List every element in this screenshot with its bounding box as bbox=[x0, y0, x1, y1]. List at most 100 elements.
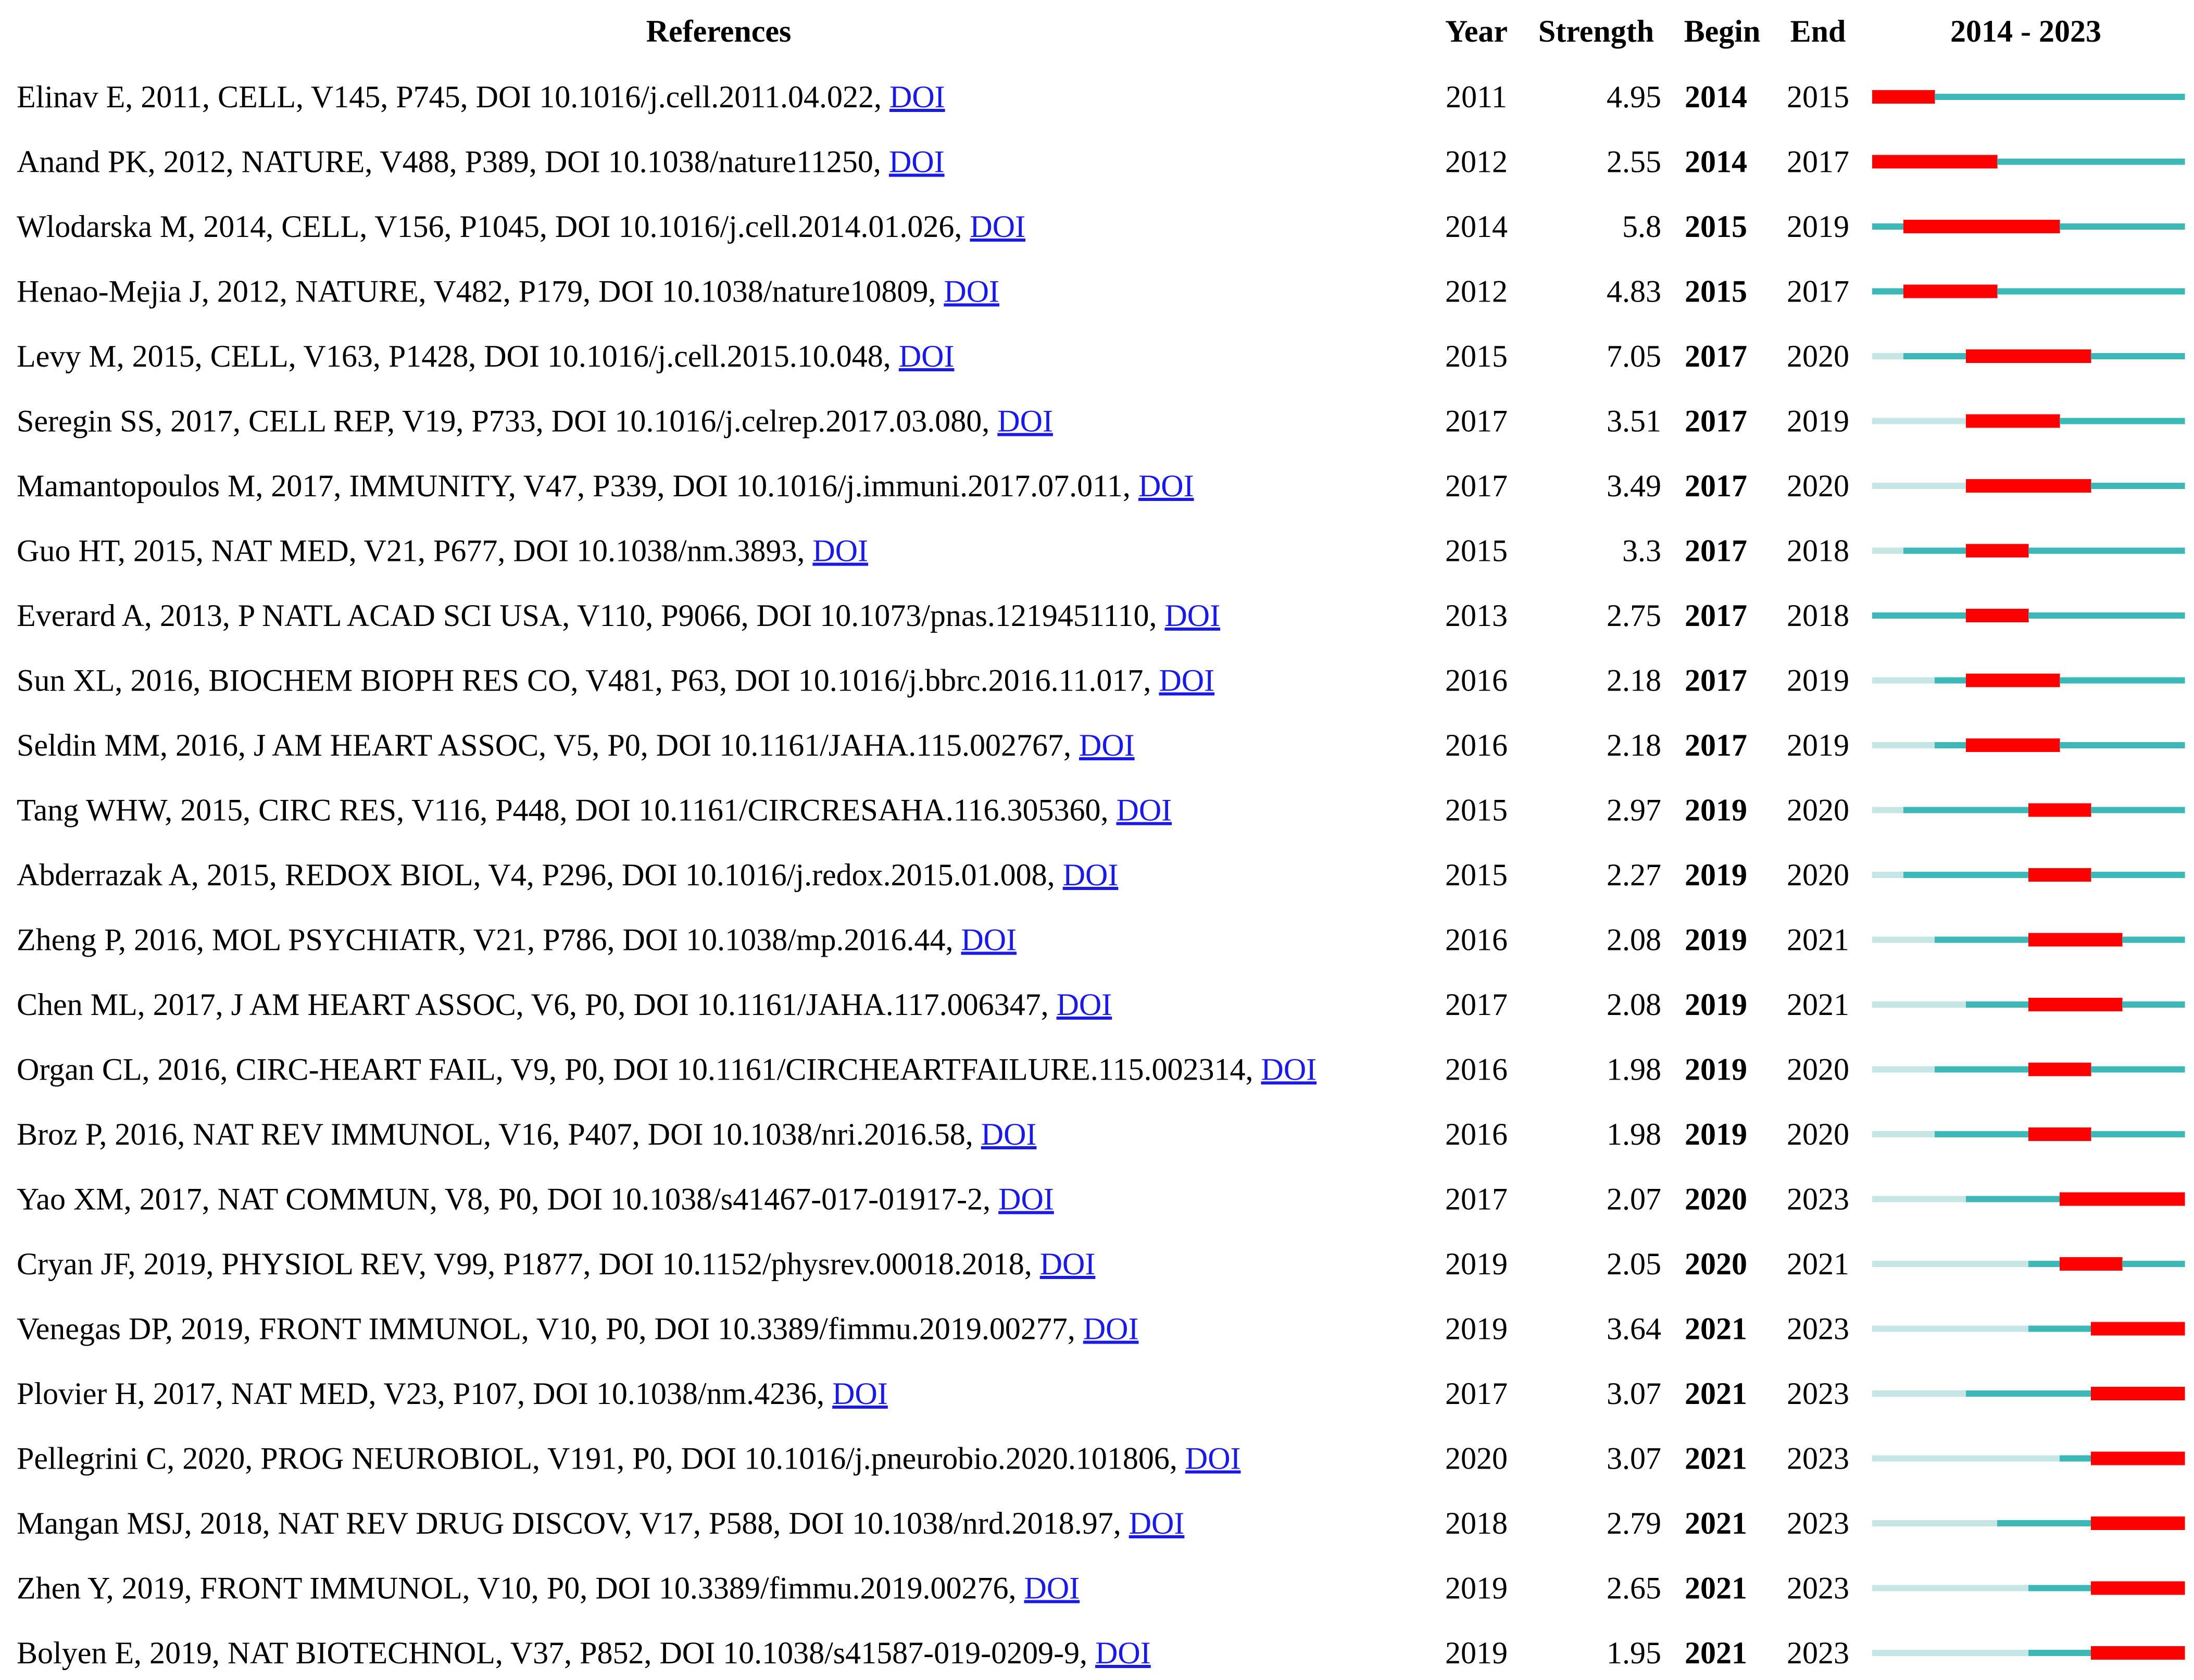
doi-link[interactable]: DOI bbox=[944, 274, 999, 309]
timeline-segment-before bbox=[1872, 742, 1904, 748]
doi-link[interactable]: DOI bbox=[1138, 469, 1194, 503]
timeline-segment bbox=[2091, 353, 2123, 359]
reference-text: Bolyen E, 2019, NAT BIOTECHNOL, V37, P85… bbox=[17, 1636, 1095, 1670]
doi-link[interactable]: DOI bbox=[1083, 1312, 1139, 1346]
burst-segment bbox=[2153, 1516, 2185, 1530]
doi-link[interactable]: DOI bbox=[1024, 1571, 1080, 1606]
timeline-segment-before bbox=[1903, 1650, 1935, 1656]
timeline-segment bbox=[1997, 936, 2029, 943]
reference-text: Tang WHW, 2015, CIRC RES, V116, P448, DO… bbox=[17, 793, 1116, 828]
doi-link[interactable]: DOI bbox=[1129, 1506, 1185, 1540]
timeline-segment bbox=[1935, 353, 1966, 359]
timeline-segment bbox=[1903, 547, 1935, 554]
header-references: References bbox=[646, 14, 792, 48]
burst-segment bbox=[2091, 1192, 2123, 1206]
timeline-segment-before bbox=[1903, 1585, 1935, 1591]
timeline-segment bbox=[1966, 1066, 1998, 1073]
doi-link[interactable]: DOI bbox=[832, 1376, 888, 1411]
begin-cell: 2021 bbox=[1685, 1506, 1747, 1540]
timeline-segment bbox=[2122, 807, 2154, 813]
reference-cell: Sun XL, 2016, BIOCHEM BIOPH RES CO, V481… bbox=[17, 663, 1214, 698]
reference-cell: Bolyen E, 2019, NAT BIOTECHNOL, V37, P85… bbox=[17, 1636, 1151, 1670]
timeline-segment-before bbox=[1903, 742, 1935, 748]
timeline-segment bbox=[1966, 1001, 1998, 1008]
timeline-segment-before bbox=[1935, 1585, 1966, 1591]
burst-segment bbox=[2153, 1451, 2185, 1465]
burst-segment bbox=[2028, 673, 2060, 687]
doi-link[interactable]: DOI bbox=[1261, 1052, 1317, 1087]
doi-link[interactable]: DOI bbox=[1095, 1636, 1151, 1670]
doi-link[interactable]: DOI bbox=[961, 923, 1017, 957]
burst-segment bbox=[2122, 1581, 2154, 1595]
reference-cell: Tang WHW, 2015, CIRC RES, V116, P448, DO… bbox=[17, 793, 1172, 828]
doi-link[interactable]: DOI bbox=[1159, 663, 1214, 698]
begin-cell: 2020 bbox=[1685, 1182, 1747, 1217]
timeline-segment-before bbox=[2028, 1455, 2060, 1462]
timeline-segment-before bbox=[1872, 1325, 1904, 1332]
table-row: Abderrazak A, 2015, REDOX BIOL, V4, P296… bbox=[17, 858, 2185, 892]
burst-timeline bbox=[1872, 803, 2185, 817]
burst-segment bbox=[2091, 933, 2123, 947]
strength-cell: 3.51 bbox=[1607, 404, 1661, 438]
doi-link[interactable]: DOI bbox=[889, 145, 945, 179]
reference-text: Anand PK, 2012, NATURE, V488, P389, DOI … bbox=[17, 145, 889, 179]
burst-timeline bbox=[1872, 284, 2185, 298]
doi-link[interactable]: DOI bbox=[812, 534, 868, 568]
timeline-segment bbox=[2122, 677, 2154, 684]
timeline-segment-before bbox=[1935, 1390, 1966, 1397]
begin-cell: 2021 bbox=[1685, 1636, 1747, 1670]
doi-link[interactable]: DOI bbox=[1063, 858, 1119, 892]
strength-cell: 4.83 bbox=[1607, 274, 1661, 309]
burst-timeline bbox=[1872, 544, 2185, 558]
reference-cell: Anand PK, 2012, NATURE, V488, P389, DOI … bbox=[17, 145, 945, 179]
timeline-segment bbox=[2091, 807, 2123, 813]
timeline-segment bbox=[2122, 1001, 2154, 1008]
burst-segment bbox=[1903, 284, 1935, 298]
timeline-segment bbox=[2060, 418, 2091, 424]
burst-segment bbox=[2060, 1062, 2091, 1076]
burst-timeline bbox=[1872, 998, 2185, 1011]
strength-cell: 7.05 bbox=[1607, 339, 1661, 373]
burst-segment bbox=[2028, 803, 2060, 817]
doi-link[interactable]: DOI bbox=[981, 1117, 1037, 1151]
burst-segment bbox=[1997, 738, 2029, 752]
doi-link[interactable]: DOI bbox=[970, 209, 1025, 244]
burst-timeline bbox=[1872, 1192, 2185, 1206]
year-cell: 2017 bbox=[1445, 1376, 1508, 1411]
end-cell: 2023 bbox=[1787, 1506, 1849, 1540]
strength-cell: 2.65 bbox=[1607, 1571, 1661, 1606]
doi-link[interactable]: DOI bbox=[899, 339, 955, 373]
strength-cell: 3.07 bbox=[1607, 1376, 1661, 1411]
timeline-segment-before bbox=[1872, 418, 1904, 424]
doi-link[interactable]: DOI bbox=[1057, 987, 1112, 1022]
reference-cell: Everard A, 2013, P NATL ACAD SCI USA, V1… bbox=[17, 598, 1220, 633]
burst-segment bbox=[2060, 998, 2091, 1011]
burst-segment bbox=[2060, 868, 2091, 882]
timeline-segment bbox=[2060, 1585, 2091, 1591]
doi-link[interactable]: DOI bbox=[889, 80, 945, 114]
burst-segment bbox=[2060, 349, 2091, 363]
doi-link[interactable]: DOI bbox=[1185, 1441, 1241, 1476]
year-cell: 2015 bbox=[1445, 534, 1508, 568]
timeline-segment bbox=[2060, 1390, 2091, 1397]
reference-text: Mamantopoulos M, 2017, IMMUNITY, V47, P3… bbox=[17, 469, 1138, 503]
strength-cell: 2.05 bbox=[1607, 1247, 1661, 1281]
doi-link[interactable]: DOI bbox=[997, 404, 1053, 438]
burst-segment bbox=[2060, 479, 2091, 493]
doi-link[interactable]: DOI bbox=[1116, 793, 1172, 828]
begin-cell: 2019 bbox=[1685, 987, 1747, 1022]
reference-text: Levy M, 2015, CELL, V163, P1428, DOI 10.… bbox=[17, 339, 899, 373]
burst-segment bbox=[2122, 1387, 2154, 1400]
doi-link[interactable]: DOI bbox=[1079, 728, 1135, 762]
doi-link[interactable]: DOI bbox=[998, 1182, 1054, 1217]
burst-segment bbox=[1935, 155, 1966, 169]
begin-cell: 2015 bbox=[1685, 209, 1747, 244]
year-cell: 2019 bbox=[1445, 1636, 1508, 1670]
end-cell: 2021 bbox=[1787, 987, 1849, 1022]
doi-link[interactable]: DOI bbox=[1164, 598, 1220, 633]
timeline-segment-before bbox=[1935, 418, 1966, 424]
end-cell: 2019 bbox=[1787, 663, 1849, 698]
reference-text: Zhen Y, 2019, FRONT IMMUNOL, V10, P0, DO… bbox=[17, 1571, 1024, 1606]
doi-link[interactable]: DOI bbox=[1040, 1247, 1096, 1281]
reference-cell: Plovier H, 2017, NAT MED, V23, P107, DOI… bbox=[17, 1376, 888, 1411]
